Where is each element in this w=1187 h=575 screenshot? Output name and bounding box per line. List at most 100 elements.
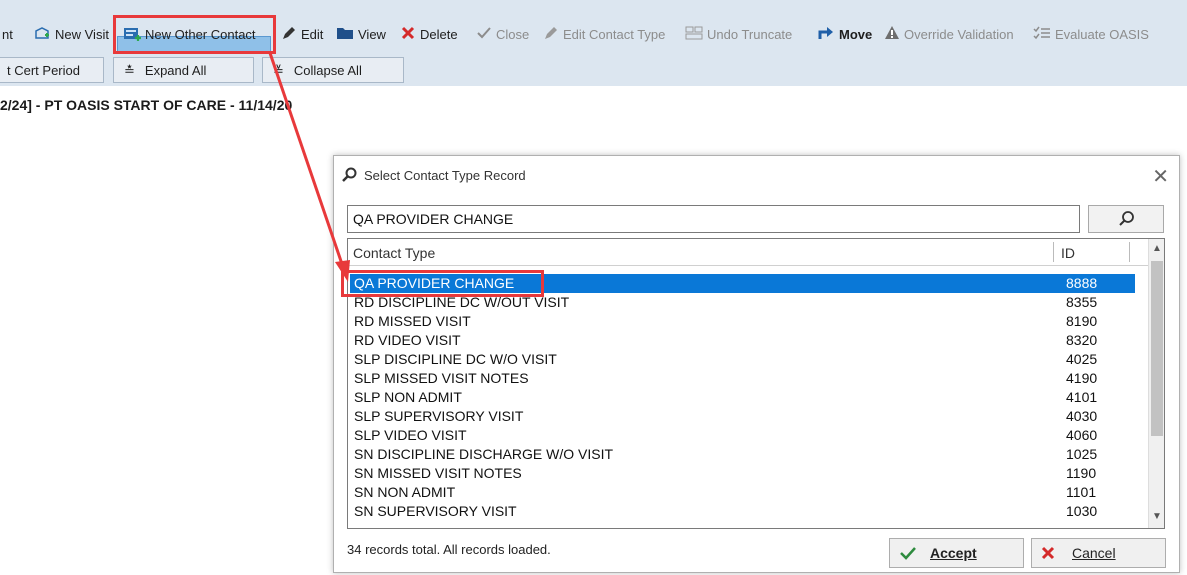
table-row[interactable]: SN NON ADMIT 1101 — [350, 483, 1135, 502]
cancel-button[interactable]: Cancel — [1031, 538, 1166, 568]
chevrons-up-icon: ≚ — [273, 63, 284, 78]
undo-truncate-label: Undo Truncate — [707, 27, 793, 42]
delete-button[interactable]: Delete — [400, 25, 458, 45]
collapse-all-label: Collapse All — [293, 63, 362, 78]
evaluate-oasis-button[interactable]: Evaluate OASIS — [1033, 25, 1149, 45]
table-row[interactable]: RD DISCIPLINE DC W/OUT VISIT 8355 — [350, 293, 1135, 312]
table-row[interactable]: SLP NON ADMIT 4101 — [350, 388, 1135, 407]
evaluate-oasis-label: Evaluate OASIS — [1055, 27, 1149, 42]
row-id: 8190 — [1066, 313, 1098, 329]
column-header-contact-type[interactable]: Contact Type — [353, 245, 435, 261]
table-row[interactable]: SN SUPERVISORY VISIT 1030 — [350, 502, 1135, 516]
visit-row-text[interactable]: 2/24] - PT OASIS START OF CARE - 11/14/2… — [0, 97, 292, 113]
move-button[interactable]: Move — [817, 25, 872, 45]
edit-contact-type-button[interactable]: Edit Contact Type — [543, 25, 665, 45]
row-contact-type: SLP MISSED VISIT NOTES — [354, 370, 529, 386]
edit-contact-type-label: Edit Contact Type — [563, 27, 666, 42]
close-label: Close — [496, 27, 530, 42]
dialog-title: Select Contact Type Record — [364, 168, 526, 183]
row-contact-type: SLP DISCIPLINE DC W/O VISIT — [354, 351, 557, 367]
row-contact-type: SLP VIDEO VISIT — [354, 427, 467, 443]
toolbar-contact-fragment: nt — [2, 27, 13, 42]
edit-button[interactable]: Edit — [281, 25, 323, 45]
main-toolbar: nt New Visit New Other Contact Edit View… — [0, 16, 1187, 66]
row-id: 1101 — [1066, 484, 1097, 500]
records-status: 34 records total. All records loaded. — [347, 542, 551, 557]
row-id: 4101 — [1066, 389, 1098, 405]
folder-icon — [336, 25, 354, 47]
search-button[interactable] — [1088, 205, 1164, 233]
chevrons-down-icon: ≛ — [124, 63, 135, 78]
table-row[interactable]: RD MISSED VISIT 8190 — [350, 312, 1135, 331]
contact-type-grid: Contact Type ID QA PROVIDER CHANGE 8888 R… — [347, 238, 1165, 529]
undo-truncate-button[interactable]: Undo Truncate — [685, 25, 792, 45]
row-id: 4190 — [1066, 370, 1098, 386]
table-row[interactable]: SN MISSED VISIT NOTES 1190 — [350, 464, 1135, 483]
row-contact-type: SN MISSED VISIT NOTES — [354, 465, 522, 481]
row-id: 8355 — [1066, 294, 1098, 310]
search-icon — [342, 167, 358, 186]
accept-button[interactable]: Accept — [889, 538, 1024, 568]
row-contact-type: RD DISCIPLINE DC W/OUT VISIT — [354, 294, 570, 310]
table-row[interactable]: SLP MISSED VISIT NOTES 4190 — [350, 369, 1135, 388]
column-divider[interactable] — [1129, 242, 1130, 262]
contact-type-search-input[interactable] — [347, 205, 1080, 233]
row-contact-type: SLP NON ADMIT — [354, 389, 462, 405]
move-label: Move — [839, 27, 873, 42]
row-id: 1025 — [1066, 446, 1098, 462]
row-id: 4030 — [1066, 408, 1098, 424]
row-contact-type: SN DISCIPLINE DISCHARGE W/O VISIT — [354, 446, 614, 462]
new-other-contact-button[interactable]: New Other Contact — [123, 25, 256, 45]
row-contact-type: RD VIDEO VISIT — [354, 332, 461, 348]
expand-all-label: Expand All — [144, 63, 207, 78]
scroll-down-icon[interactable]: ▼ — [1152, 511, 1162, 522]
close-icon[interactable]: ✕ — [1152, 164, 1169, 189]
table-row[interactable]: SN DISCIPLINE DISCHARGE W/O VISIT 1025 — [350, 445, 1135, 464]
table-row-partial[interactable] — [350, 265, 1135, 273]
cancel-x-icon — [1040, 540, 1058, 575]
scroll-up-icon[interactable]: ▲ — [1152, 243, 1162, 254]
column-header-id[interactable]: ID — [1061, 245, 1075, 261]
table-row[interactable]: SLP SUPERVISORY VISIT 4030 — [350, 407, 1135, 426]
table-row[interactable]: RD VIDEO VISIT 8320 — [350, 331, 1135, 350]
close-button[interactable]: Close — [476, 25, 529, 45]
select-contact-type-dialog: Select Contact Type Record ✕ Contact Typ… — [333, 155, 1180, 573]
move-arrow-icon — [817, 25, 835, 47]
table-row[interactable]: SLP DISCIPLINE DC W/O VISIT 4025 — [350, 350, 1135, 369]
row-id: 4025 — [1066, 351, 1098, 367]
cert-period-label: t Cert Period — [7, 63, 80, 78]
collapse-all-button[interactable]: ≚ Collapse All — [262, 57, 404, 83]
row-contact-type: QA PROVIDER CHANGE — [354, 275, 515, 291]
secondary-toolbar: t Cert Period ≛ Expand All ≚ Collapse All — [0, 54, 1187, 86]
top-info-strip — [0, 0, 1187, 16]
cancel-label: Cancel — [1072, 545, 1116, 561]
undo-truncate-icon — [685, 25, 703, 47]
cert-period-button[interactable]: t Cert Period — [0, 57, 104, 83]
expand-all-button[interactable]: ≛ Expand All — [113, 57, 254, 83]
checkmark-icon — [476, 25, 492, 47]
row-contact-type: SN SUPERVISORY VISIT — [354, 503, 517, 516]
new-visit-label: New Visit — [55, 27, 109, 42]
row-contact-type: SLP SUPERVISORY VISIT — [354, 408, 524, 424]
new-visit-icon — [33, 25, 51, 49]
delete-label: Delete — [420, 27, 458, 42]
table-row-selected[interactable]: QA PROVIDER CHANGE 8888 — [350, 274, 1135, 293]
view-button[interactable]: View — [336, 25, 386, 45]
row-id: 8320 — [1066, 332, 1098, 348]
new-other-contact-icon — [123, 25, 141, 49]
override-validation-button[interactable]: Override Validation — [884, 25, 1014, 45]
table-row[interactable]: SLP VIDEO VISIT 4060 — [350, 426, 1135, 445]
row-id: 1030 — [1066, 503, 1098, 516]
row-contact-type: RD MISSED VISIT — [354, 313, 471, 329]
vertical-scrollbar[interactable]: ▲ ▼ — [1148, 239, 1164, 528]
scrollbar-thumb[interactable] — [1151, 261, 1163, 436]
column-divider[interactable] — [1053, 242, 1054, 262]
edit-label: Edit — [301, 27, 324, 42]
new-visit-button[interactable]: New Visit — [33, 25, 109, 45]
row-id: 4060 — [1066, 427, 1098, 443]
pencil-icon — [281, 25, 297, 47]
accept-label: Accept — [930, 545, 977, 561]
search-icon — [1119, 211, 1134, 226]
checklist-icon — [1033, 25, 1051, 47]
override-validation-label: Override Validation — [904, 27, 1014, 42]
